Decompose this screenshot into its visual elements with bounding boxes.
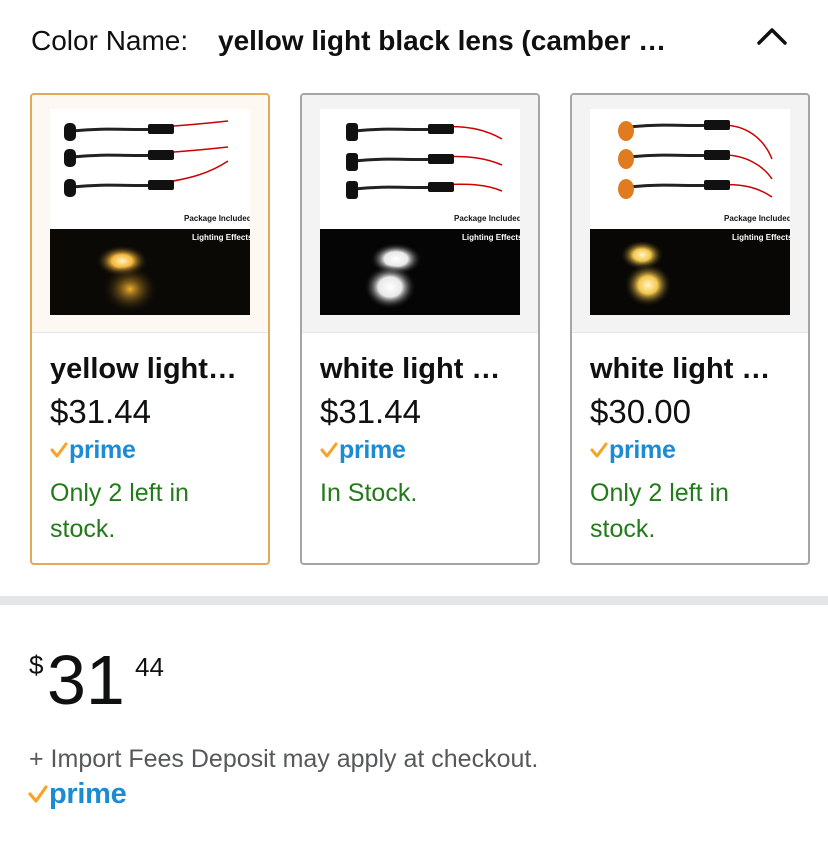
- price-currency-symbol: $: [29, 650, 44, 680]
- prime-badge: prime: [50, 435, 136, 465]
- prime-label: prime: [49, 777, 127, 810]
- prime-label: prime: [69, 435, 136, 464]
- color-name-row[interactable]: Color Name: yellow light black lens (cam…: [0, 0, 828, 90]
- swatch-title: yellow light…: [50, 353, 237, 385]
- prime-badge-main: prime: [28, 777, 127, 810]
- price-fraction: 44: [135, 652, 164, 682]
- prime-check-icon: [590, 442, 608, 458]
- image-caption-package: Package Included: [184, 214, 250, 223]
- stock-status: Only 2 left in stock.: [590, 479, 729, 543]
- product-thumbnail-image: Package Included Lighting Effects: [320, 109, 520, 315]
- prime-check-icon: [320, 442, 338, 458]
- swatch-title: white light …: [590, 353, 771, 385]
- product-thumbnail-image: Package Included Lighting Effects: [50, 109, 250, 315]
- swatch-price: $31.44: [50, 393, 151, 430]
- image-caption-lighting: Lighting Effects: [192, 233, 250, 242]
- chevron-up-icon[interactable]: [752, 18, 792, 58]
- color-name-label: Color Name:: [31, 25, 189, 56]
- swatch-image-area: Package Included Lighting Effects: [572, 95, 808, 333]
- image-caption-package: Package Included: [724, 214, 790, 223]
- stock-status: Only 2 left in stock.: [50, 479, 189, 543]
- prime-label: prime: [609, 435, 676, 464]
- image-caption-package: Package Included: [454, 214, 520, 223]
- prime-label: prime: [339, 435, 406, 464]
- swatch-title: white light …: [320, 353, 501, 385]
- product-thumbnail-image: Package Included Lighting Effects: [590, 109, 790, 315]
- selected-color-value: yellow light black lens (camber …: [218, 25, 667, 56]
- swatch-price: $30.00: [590, 393, 691, 430]
- color-swatch-white-light-amber-lens[interactable]: Package Included Lighting Effects white …: [570, 93, 810, 565]
- section-divider: [0, 596, 828, 605]
- prime-badge: prime: [590, 435, 676, 465]
- prime-badge: prime: [320, 435, 406, 465]
- image-caption-lighting: Lighting Effects: [732, 233, 790, 242]
- swatch-image-area: Package Included Lighting Effects: [32, 95, 268, 333]
- prime-check-icon: [50, 442, 68, 458]
- price-whole: 31: [47, 641, 125, 719]
- color-swatch-white-light[interactable]: Package Included Lighting Effects white …: [300, 93, 540, 565]
- color-swatch-yellow-light[interactable]: Package Included Lighting Effects yellow…: [30, 93, 270, 565]
- image-caption-lighting: Lighting Effects: [462, 233, 520, 242]
- import-fees-note: + Import Fees Deposit may apply at check…: [29, 745, 539, 773]
- prime-check-icon: [28, 785, 48, 803]
- swatch-price: $31.44: [320, 393, 421, 430]
- swatch-image-area: Package Included Lighting Effects: [302, 95, 538, 333]
- stock-status: In Stock.: [320, 479, 418, 507]
